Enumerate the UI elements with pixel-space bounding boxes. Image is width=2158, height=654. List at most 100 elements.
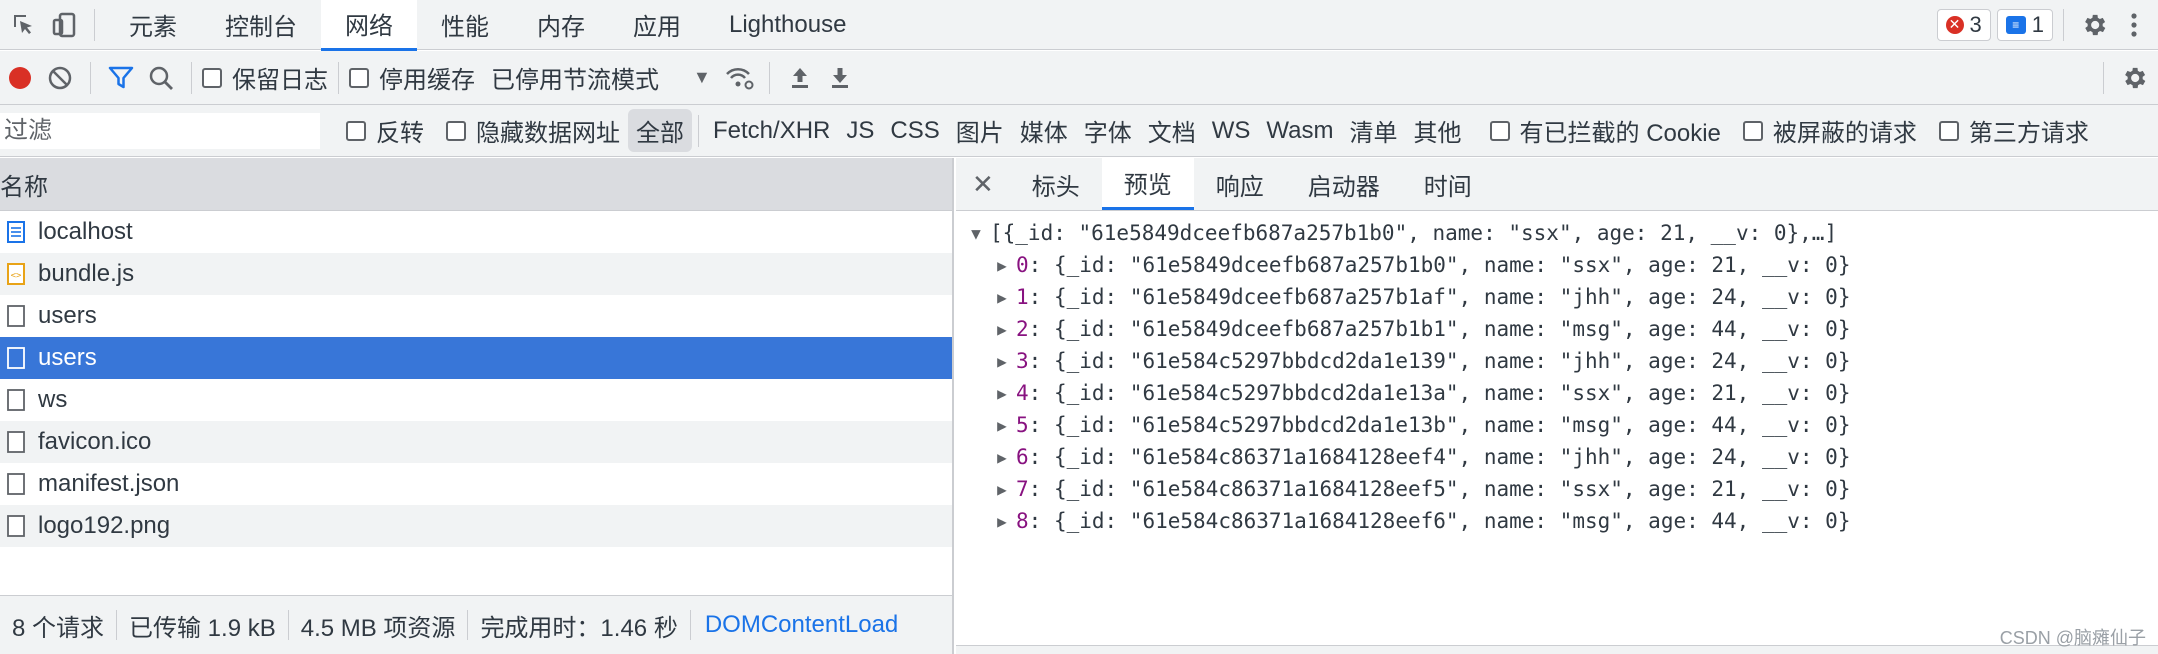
collapsed-triangle-icon[interactable]: ▶ [992,320,1012,339]
request-row[interactable]: favicon.ico [0,421,952,463]
error-count: 3 [1969,11,1982,37]
filter-type-css[interactable]: CSS [882,113,947,149]
record-icon[interactable] [0,58,40,98]
json-entry[interactable]: ▶ 3: {_id: "61e584c5297bbdcd2da1e139", na… [956,345,2158,377]
collapsed-triangle-icon[interactable]: ▶ [992,480,1012,499]
collapsed-triangle-icon[interactable]: ▶ [992,352,1012,371]
tab-response[interactable]: 响应 [1194,158,1286,210]
third-party-checkbox[interactable]: 第三方请求 [1938,113,2089,148]
preserve-log-checkbox[interactable]: 保留日志 [202,60,328,95]
checkbox-box[interactable] [446,120,466,141]
request-row[interactable]: manifest.json [0,463,952,505]
filter-type-img[interactable]: 图片 [948,109,1012,152]
tab-performance[interactable]: 性能 [417,0,513,50]
close-icon[interactable]: ✕ [956,158,1010,210]
request-row[interactable]: logo192.png [0,505,952,547]
blocked-requests-checkbox[interactable]: 被屏蔽的请求 [1742,113,1917,148]
json-value: {_id: "61e584c86371a1684128eef5", name: … [1053,477,1851,501]
hide-data-urls-checkbox[interactable]: 隐藏数据网址 [446,113,620,148]
tab-elements[interactable]: 元素 [105,0,201,50]
json-index: 0 [1016,253,1029,277]
tab-preview[interactable]: 预览 [1101,158,1194,210]
drawer-edge [956,645,2158,654]
checkbox-box[interactable] [202,67,222,88]
settings-gear-icon[interactable] [2074,5,2114,45]
error-icon: ✕ [1945,15,1964,34]
checkbox-box[interactable] [349,67,369,88]
export-har-icon[interactable] [820,58,860,98]
collapsed-triangle-icon[interactable]: ▶ [992,288,1012,307]
json-entry[interactable]: ▶ 4: {_id: "61e584c5297bbdcd2da1e13a", na… [956,377,2158,409]
invert-checkbox[interactable]: 反转 [346,113,424,148]
filter-type-font[interactable]: 字体 [1076,109,1140,152]
filter-type-all[interactable]: 全部 [628,109,692,152]
collapsed-triangle-icon[interactable]: ▶ [992,448,1012,467]
checkbox-box[interactable] [1489,120,1510,141]
inspect-element-icon[interactable] [4,5,44,45]
filter-type-doc[interactable]: 文档 [1140,109,1204,152]
filter-type-manifest[interactable]: 清单 [1342,109,1406,152]
import-har-icon[interactable] [780,58,820,98]
request-detail-panel: ✕ 标头 预览 响应 启动器 时间 ▼ [{_id: "61e5849dceef… [956,158,2158,654]
panel-tabs: 元素 控制台 网络 性能 内存 应用 Lighthouse [105,0,870,51]
divider [2063,8,2064,41]
tab-lighthouse[interactable]: Lighthouse [705,0,870,50]
name-column-header[interactable]: 名称 [0,158,952,211]
request-row[interactable]: <> bundle.js [0,253,952,295]
device-toolbar-icon[interactable] [44,5,84,45]
tab-headers[interactable]: 标头 [1010,158,1102,210]
expanded-triangle-icon[interactable]: ▼ [966,224,986,243]
collapsed-triangle-icon[interactable]: ▶ [992,256,1012,275]
request-row[interactable]: localhost [0,211,952,253]
collapsed-triangle-icon[interactable]: ▶ [992,416,1012,435]
disable-cache-checkbox[interactable]: 停用缓存 [349,60,475,95]
tab-application[interactable]: 应用 [609,0,705,50]
clear-icon[interactable] [40,58,80,98]
tab-timing[interactable]: 时间 [1402,158,1494,210]
network-settings-gear-icon[interactable] [2114,58,2154,98]
json-entry[interactable]: ▶ 5: {_id: "61e584c5297bbdcd2da1e13b", na… [956,409,2158,441]
checkbox-box[interactable] [346,120,366,141]
search-icon[interactable] [141,58,181,98]
json-root-node[interactable]: ▼ [{_id: "61e5849dceefb687a257b1b0", nam… [956,217,2158,249]
json-index: 4 [1016,381,1029,405]
json-entry[interactable]: ▶ 0: {_id: "61e5849dceefb687a257b1b0", na… [956,249,2158,281]
file-icon [6,346,26,370]
filter-type-other[interactable]: 其他 [1406,109,1470,152]
json-entry[interactable]: ▶ 1: {_id: "61e5849dceefb687a257b1af", na… [956,281,2158,313]
filter-icon[interactable] [101,58,141,98]
json-entry[interactable]: ▶ 7: {_id: "61e584c86371a1684128eef5", na… [956,473,2158,505]
filter-input[interactable] [0,112,320,149]
json-entry[interactable]: ▶ 2: {_id: "61e5849dceefb687a257b1b1", na… [956,313,2158,345]
filter-type-js[interactable]: JS [838,113,882,149]
json-colon: : [1028,445,1054,469]
tab-network[interactable]: 网络 [321,0,417,51]
file-icon [6,514,26,538]
filter-type-ws[interactable]: WS [1204,113,1259,149]
more-options-icon[interactable] [2114,5,2154,45]
blocked-cookies-checkbox[interactable]: 有已拦截的 Cookie [1489,113,1721,148]
tab-initiator[interactable]: 启动器 [1286,158,1402,210]
divider [94,8,95,41]
collapsed-triangle-icon[interactable]: ▶ [992,512,1012,531]
filter-type-wasm[interactable]: Wasm [1258,113,1341,149]
request-row[interactable]: users [0,295,952,337]
request-row[interactable]: ws [0,379,952,421]
filter-type-fetch-xhr[interactable]: Fetch/XHR [705,113,838,149]
checkbox-box[interactable] [1938,120,1959,141]
json-entry[interactable]: ▶ 6: {_id: "61e584c86371a1684128eef4", na… [956,441,2158,473]
filter-type-media[interactable]: 媒体 [1012,109,1076,152]
network-conditions-icon[interactable] [719,58,759,98]
error-count-badge[interactable]: ✕ 3 [1936,8,1991,41]
divider [338,61,339,94]
throttling-select[interactable]: 已停用节流模式 ▼ [491,60,711,95]
message-count-badge[interactable]: ≡ 1 [1996,8,2053,41]
tab-memory[interactable]: 内存 [513,0,609,50]
checkbox-box[interactable] [1742,120,1763,141]
json-entry[interactable]: ▶ 8: {_id: "61e584c86371a1684128eef6", na… [956,505,2158,537]
collapsed-triangle-icon[interactable]: ▶ [992,384,1012,403]
request-row-selected[interactable]: users [0,337,952,379]
tab-console[interactable]: 控制台 [201,0,321,50]
domcontentloaded-link[interactable]: DOMContentLoad [691,611,898,639]
json-colon: : [1028,349,1054,373]
